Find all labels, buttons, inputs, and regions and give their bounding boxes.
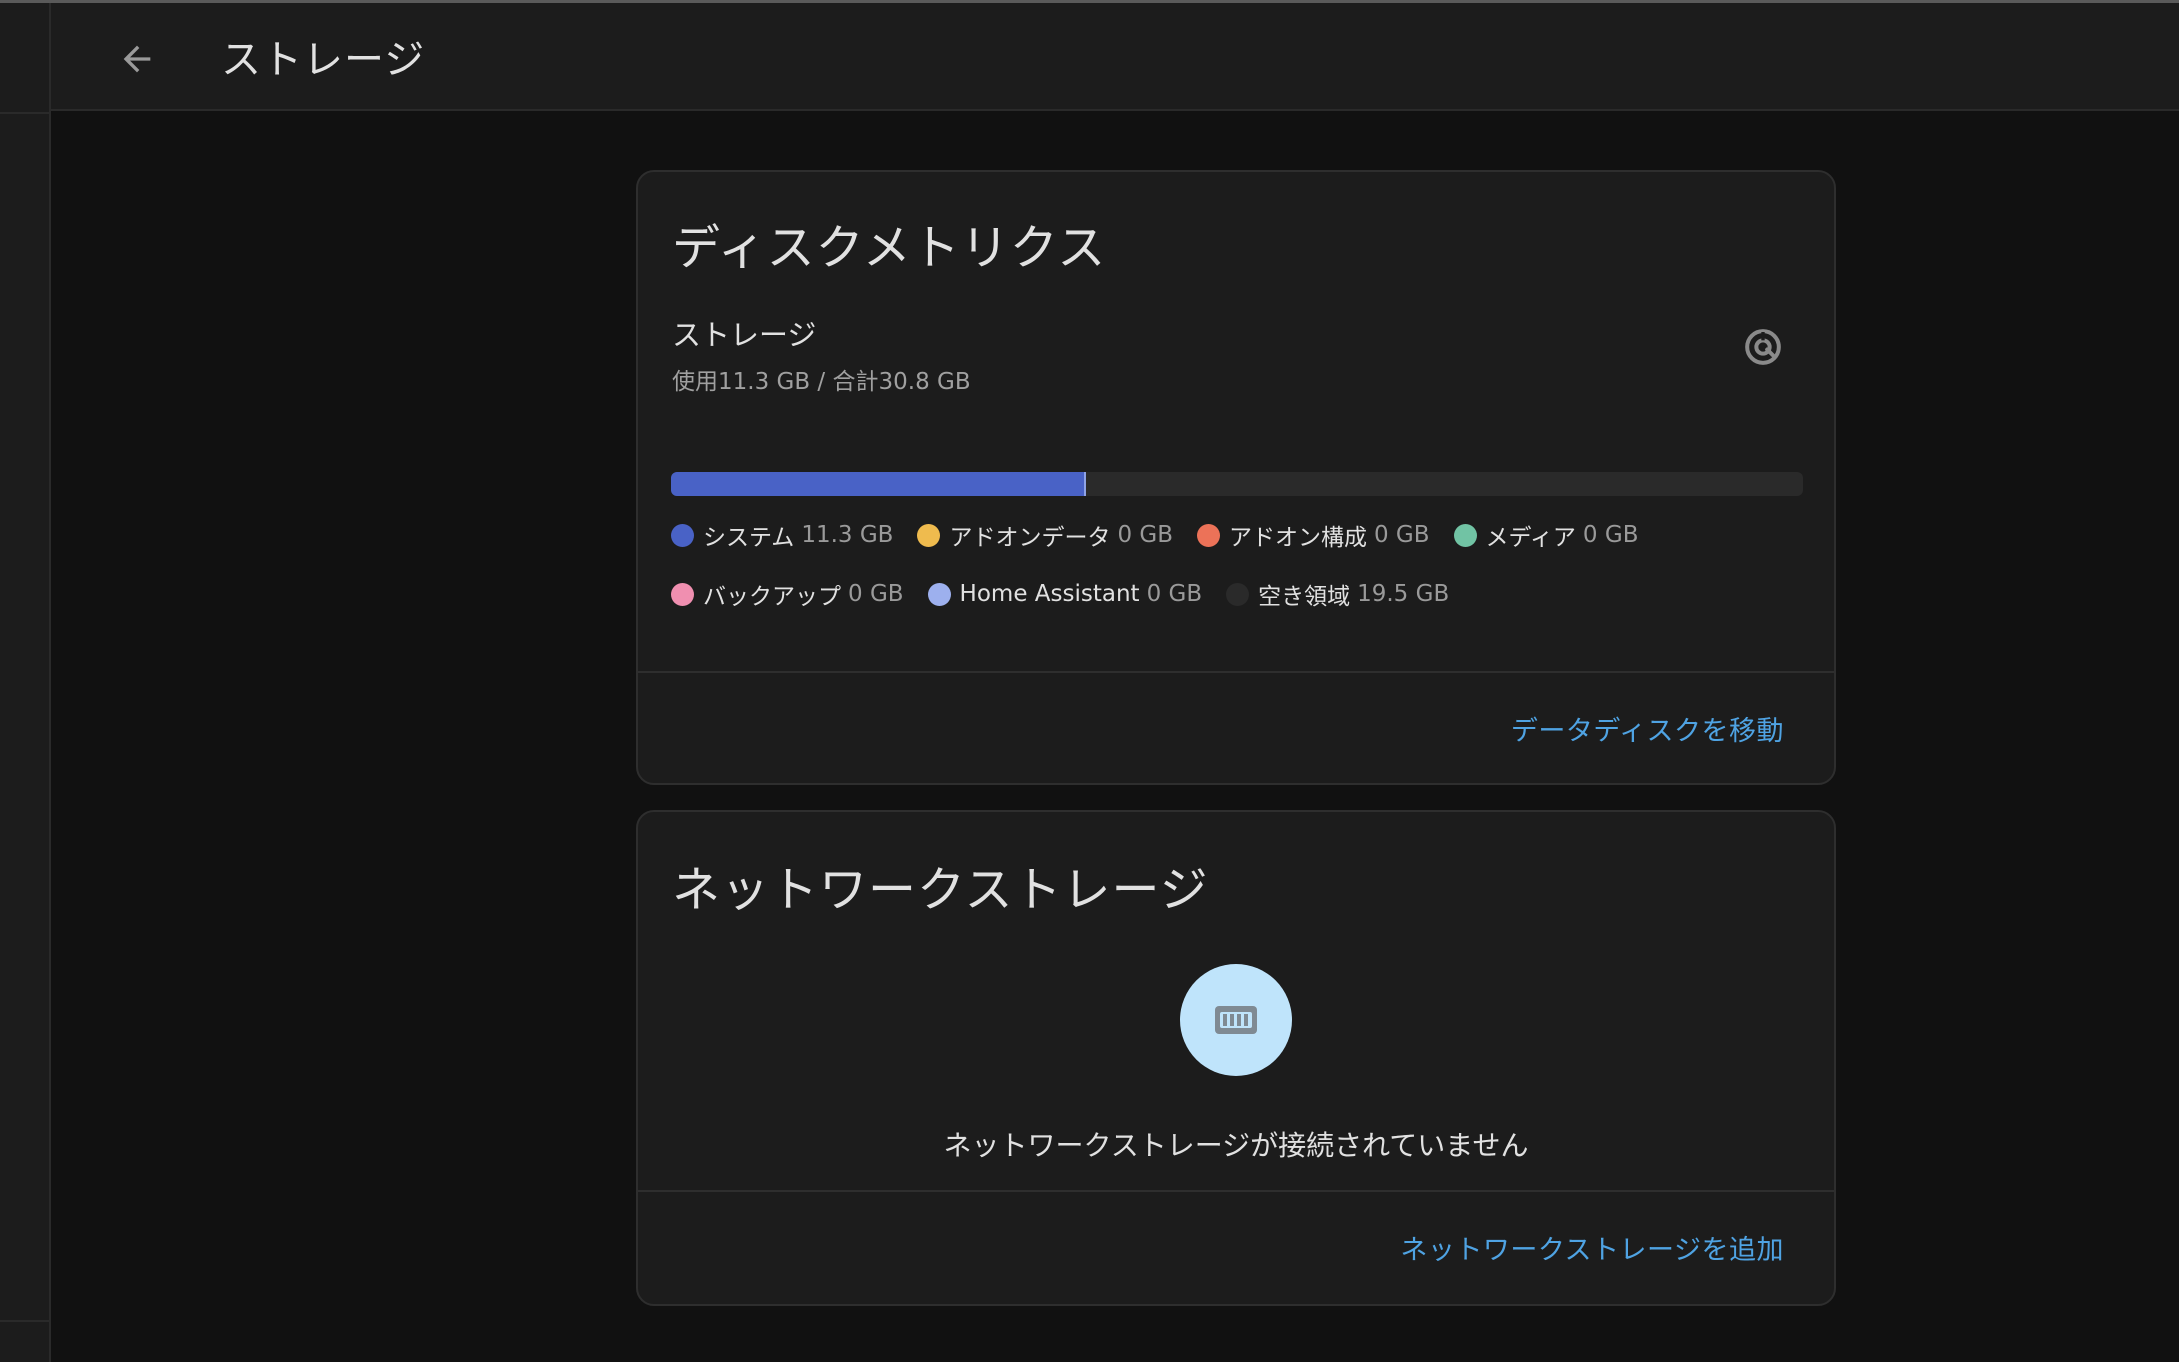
legend-item-free-space: 空き領域 19.5 GB bbox=[1226, 577, 1449, 611]
rail-divider bbox=[0, 1320, 51, 1322]
legend-value: 0 GB bbox=[848, 581, 904, 607]
legend-name: システム bbox=[703, 525, 795, 551]
legend-dot bbox=[917, 523, 941, 547]
network-storage-card: ネットワークストレージ ネットワークストレージが接続されていません ネットワーク… bbox=[636, 810, 1836, 1306]
legend-dot bbox=[671, 582, 694, 606]
page-title: ストレージ bbox=[221, 37, 426, 83]
disk-metrics-title: ディスクメトリクス bbox=[672, 220, 1107, 276]
rail-divider bbox=[0, 112, 51, 114]
legend-name: アドオンデータ bbox=[949, 525, 1111, 551]
card-divider bbox=[638, 671, 1834, 673]
legend-item-system: システム 11.3 GB bbox=[671, 518, 893, 552]
left-sidebar-rail bbox=[0, 3, 51, 1362]
legend-value: 0 GB bbox=[1373, 522, 1430, 548]
top-toolbar: ストレージ bbox=[51, 3, 2179, 111]
network-storage-empty-text: ネットワークストレージが接続されていません bbox=[943, 1129, 1529, 1162]
legend-item-home-assistant: Home Assistant 0 GB bbox=[927, 581, 1203, 607]
nas-icon-circle bbox=[1180, 964, 1292, 1076]
disk-metrics-card: ディスクメトリクス ストレージ 使用11.3 GB / 合計30.8 GB シス… bbox=[636, 170, 1836, 785]
move-data-disk-button[interactable]: データディスクを移動 bbox=[1511, 709, 1784, 748]
legend-dot bbox=[1226, 582, 1250, 606]
storage-legend-row: バックアップ 0 GB Home Assistant 0 GB 空き領域 19.… bbox=[671, 577, 1473, 611]
legend-value: 19.5 GB bbox=[1357, 581, 1450, 607]
card-divider bbox=[638, 1190, 1834, 1192]
nas-icon bbox=[1215, 1006, 1257, 1034]
legend-name: アドオン構成 bbox=[1228, 525, 1367, 551]
storage-label: ストレージ bbox=[672, 318, 817, 352]
legend-value: 0 GB bbox=[1117, 522, 1173, 548]
legend-dot bbox=[927, 582, 951, 606]
legend-item-media: メディア 0 GB bbox=[1453, 518, 1639, 552]
network-storage-title: ネットワークストレージ bbox=[672, 862, 1209, 918]
legend-name: 空き領域 bbox=[1258, 584, 1351, 610]
storage-usage-fill bbox=[671, 472, 1087, 496]
storage-legend-row: システム 11.3 GB アドオンデータ 0 GB アドオン構成 0 GB メデ… bbox=[671, 518, 1662, 552]
legend-item-backup: バックアップ 0 GB bbox=[671, 577, 904, 611]
storage-disk-icon bbox=[1738, 322, 1788, 372]
legend-value: 11.3 GB bbox=[801, 522, 894, 548]
legend-name: Home Assistant bbox=[959, 581, 1140, 607]
legend-dot bbox=[1196, 523, 1220, 547]
legend-dot bbox=[1453, 523, 1477, 547]
storage-usage-bar bbox=[671, 472, 1803, 496]
storage-usage-text: 使用11.3 GB / 合計30.8 GB bbox=[672, 369, 971, 395]
legend-dot bbox=[671, 523, 694, 547]
add-network-storage-button[interactable]: ネットワークストレージを追加 bbox=[1400, 1228, 1784, 1267]
legend-value: 0 GB bbox=[1146, 581, 1203, 607]
legend-item-addon-data: アドオンデータ 0 GB bbox=[917, 518, 1173, 552]
legend-name: メディア bbox=[1485, 525, 1576, 551]
legend-name: バックアップ bbox=[703, 584, 841, 610]
arrow-left-icon bbox=[123, 45, 151, 73]
legend-item-addon-config: アドオン構成 0 GB bbox=[1196, 518, 1430, 552]
legend-value: 0 GB bbox=[1582, 522, 1639, 548]
back-button[interactable] bbox=[101, 23, 173, 95]
